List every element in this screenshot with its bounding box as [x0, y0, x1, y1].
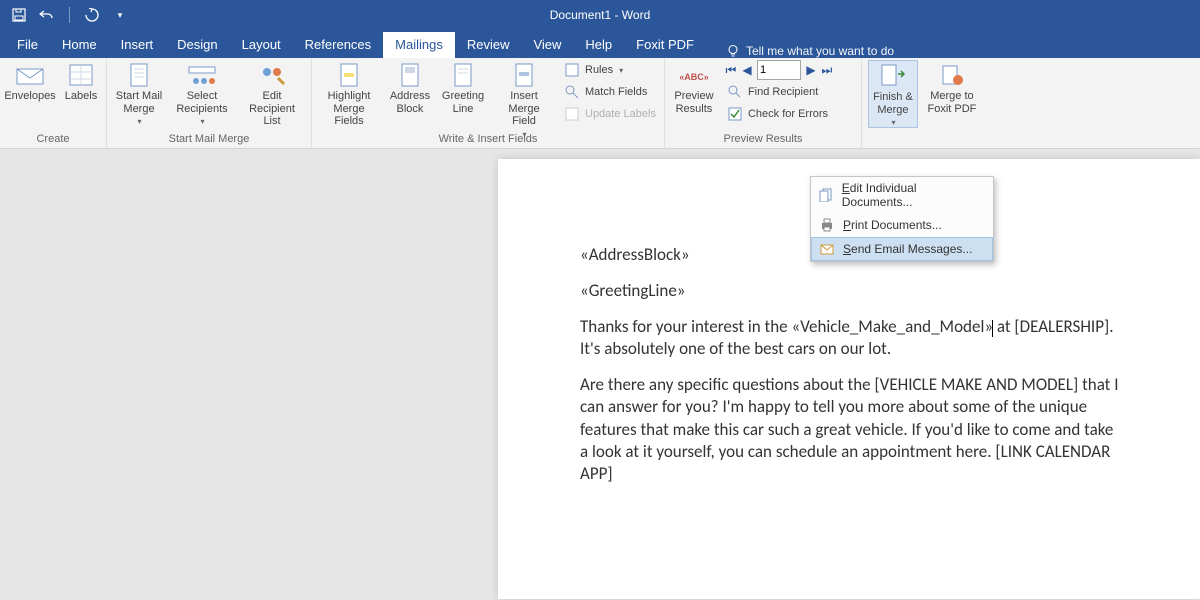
record-navigation: ⏮ ◀ ▶ ⏭: [725, 60, 855, 80]
select-recipients-button[interactable]: Select Recipients▾: [173, 60, 231, 126]
update-labels-button: Update Labels: [562, 104, 658, 124]
envelopes-button[interactable]: Envelopes: [6, 60, 54, 103]
tab-file[interactable]: File: [5, 32, 50, 58]
labels-button[interactable]: Labels: [62, 60, 100, 103]
match-icon: [564, 84, 580, 100]
rules-button[interactable]: Rules▾: [562, 60, 658, 80]
edit-recipients-icon: [256, 62, 288, 88]
edit-recipient-list-button[interactable]: Edit Recipient List: [239, 60, 305, 128]
match-fields-button[interactable]: Match Fields: [562, 82, 658, 102]
start-mail-merge-button[interactable]: Start Mail Merge▾: [113, 60, 165, 126]
group-preview-results: «ABC» Preview Results ⏮ ◀ ▶ ⏭ Find Recip…: [665, 58, 862, 148]
group-write-insert: Highlight Merge Fields Address Block Gre…: [312, 58, 665, 148]
find-recipient-button[interactable]: Find Recipient: [725, 82, 855, 102]
lightbulb-icon: [726, 44, 740, 58]
email-icon: [819, 241, 835, 257]
foxit-pdf-icon: [936, 62, 968, 88]
group-label-preview: Preview Results: [671, 131, 855, 148]
tab-view[interactable]: View: [521, 32, 573, 58]
printer-icon: [819, 217, 835, 233]
first-record-icon[interactable]: ⏮: [725, 63, 737, 78]
customize-qat-icon[interactable]: ▾: [111, 6, 129, 24]
tab-help[interactable]: Help: [573, 32, 624, 58]
greeting-icon: [447, 62, 479, 88]
tell-me-search[interactable]: Tell me what you want to do: [726, 44, 894, 58]
tab-references[interactable]: References: [293, 32, 383, 58]
undo-icon[interactable]: [38, 6, 56, 24]
finish-icon: [877, 63, 909, 89]
labels-icon: [65, 62, 97, 88]
last-record-icon[interactable]: ⏭: [821, 63, 833, 78]
tab-design[interactable]: Design: [165, 32, 229, 58]
svg-text:«ABC»: «ABC»: [680, 72, 708, 82]
document-icon: [123, 62, 155, 88]
merge-to-foxit-button[interactable]: Merge to Foxit PDF: [926, 60, 978, 115]
send-email-messages-item[interactable]: SSend Email Messages...end Email Message…: [811, 237, 993, 261]
greeting-line-field: «GreetingLine»: [580, 280, 1120, 302]
recipients-icon: [186, 62, 218, 88]
finish-merge-dropdown: EEdit Individual Documents...dit Individ…: [810, 176, 994, 262]
address-block-button[interactable]: Address Block: [388, 60, 432, 115]
edit-individual-documents-item[interactable]: EEdit Individual Documents...dit Individ…: [811, 177, 993, 213]
tab-home[interactable]: Home: [50, 32, 109, 58]
next-record-icon[interactable]: ▶: [805, 63, 817, 77]
highlight-merge-fields-button[interactable]: Highlight Merge Fields: [318, 60, 380, 128]
group-create: Envelopes Labels Create: [0, 58, 107, 148]
tab-insert[interactable]: Insert: [109, 32, 166, 58]
tab-mailings[interactable]: Mailings: [383, 32, 455, 58]
insert-merge-field-button[interactable]: Insert Merge Field▾: [494, 60, 554, 139]
check-errors-button[interactable]: Check for Errors: [725, 104, 855, 124]
document-workspace: «AddressBlock» «GreetingLine» Thanks for…: [0, 149, 1200, 600]
prev-record-icon[interactable]: ◀: [741, 63, 753, 77]
address-block-icon: [394, 62, 426, 88]
check-icon: [727, 106, 743, 122]
preview-results-button[interactable]: «ABC» Preview Results: [671, 60, 717, 115]
documents-icon: [819, 187, 834, 203]
ribbon-tabs: File Home Insert Design Layout Reference…: [0, 30, 1200, 58]
group-label-start: Start Mail Merge: [113, 131, 305, 148]
quick-access-toolbar: ▾: [10, 6, 129, 24]
greeting-line-button[interactable]: Greeting Line: [440, 60, 486, 115]
group-label-create: Create: [6, 131, 100, 148]
group-start-mail-merge: Start Mail Merge▾ Select Recipients▾ Edi…: [107, 58, 312, 148]
tab-review[interactable]: Review: [455, 32, 522, 58]
update-icon: [564, 106, 580, 122]
save-icon[interactable]: [10, 6, 28, 24]
tab-layout[interactable]: Layout: [230, 32, 293, 58]
tab-foxit[interactable]: Foxit PDF: [624, 32, 706, 58]
preview-icon: «ABC»: [678, 62, 710, 88]
print-documents-item[interactable]: PPrint Documents...rint Documents...: [811, 213, 993, 237]
group-label-finish: [868, 131, 978, 148]
record-number-input[interactable]: [757, 60, 801, 80]
ribbon: Envelopes Labels Create Start Mail Merge…: [0, 58, 1200, 149]
redo-icon[interactable]: [83, 6, 101, 24]
body-paragraph-2: Are there any specific questions about t…: [580, 374, 1120, 484]
highlight-icon: [333, 62, 365, 88]
insert-field-icon: [508, 62, 540, 88]
app-title: Document1 - Word: [550, 8, 650, 22]
finish-merge-button[interactable]: Finish & Merge▾: [868, 60, 918, 128]
rules-icon: [564, 62, 580, 78]
body-paragraph-1: Thanks for your interest in the «Vehicle…: [580, 316, 1120, 360]
title-bar: ▾ Document1 - Word: [0, 0, 1200, 30]
envelope-icon: [14, 62, 46, 88]
group-finish: Finish & Merge▾ Merge to Foxit PDF: [862, 58, 984, 148]
find-icon: [727, 84, 743, 100]
group-label-write: Write & Insert Fields: [318, 131, 658, 148]
